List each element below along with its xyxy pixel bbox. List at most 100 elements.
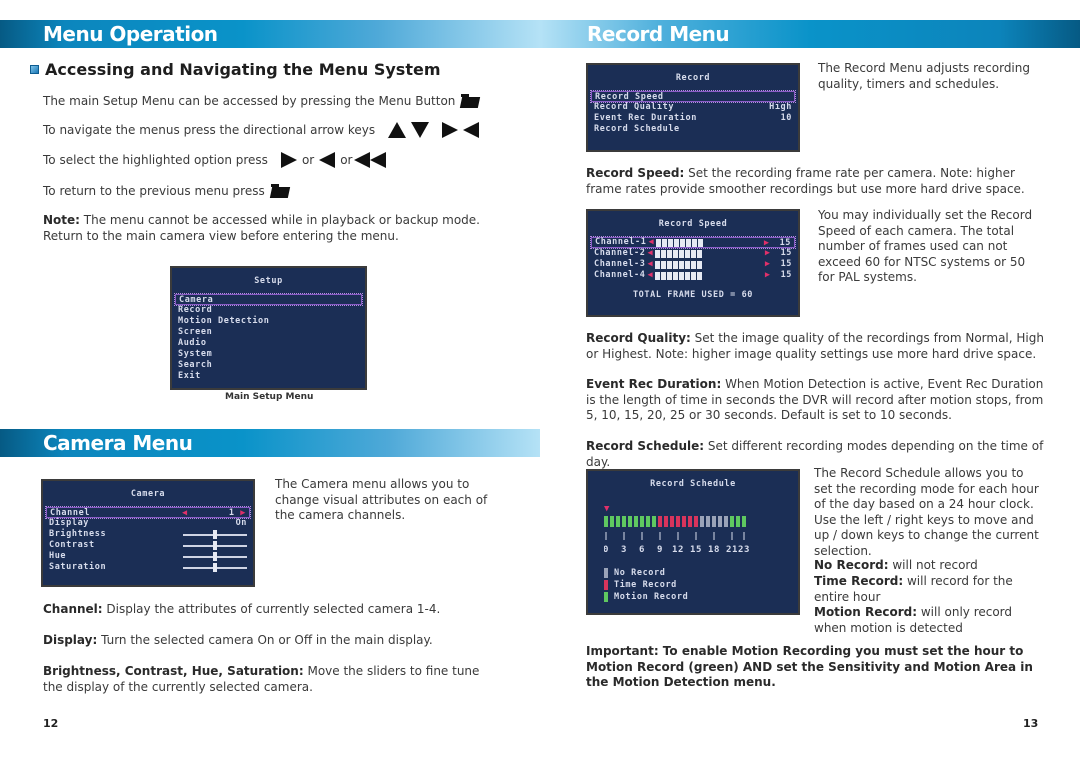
hour-cell <box>742 516 746 527</box>
arrow-left-icon: ◀ <box>647 270 654 280</box>
arrow-left-icon <box>463 122 480 138</box>
definition-term: Display: <box>43 633 98 647</box>
slider-knob <box>213 541 217 550</box>
definition-text: Display the attributes of currently sele… <box>102 602 441 616</box>
record-menu-screenshot: Record Record Speed Record Quality High Eve… <box>586 63 800 152</box>
legend-item: No Record <box>604 567 688 579</box>
channel-label-group: Channel-2 ◀ <box>594 248 703 259</box>
hour-cell <box>628 516 632 527</box>
slider-knob <box>213 530 217 539</box>
channel-label-group: Channel-4 ◀ <box>594 270 703 281</box>
frame-rate-bar <box>655 271 703 280</box>
menu-item-label: System <box>178 349 213 359</box>
definition-term: Channel: <box>43 602 103 616</box>
camera-intro: The Camera menu allows you to change vis… <box>275 477 488 522</box>
frame-segment <box>673 261 679 269</box>
frame-segment <box>667 261 673 269</box>
hour-cell <box>622 516 626 527</box>
row-label: Event Rec Duration <box>594 113 697 123</box>
speed-channel-row: Channel-3 ◀ ▶ 15 <box>588 259 798 270</box>
arrow-right-icon: ▶ <box>763 238 770 248</box>
record-menu-row: Record Speed <box>590 90 796 103</box>
arrow-right-icon <box>442 122 459 138</box>
channel-label: Channel-2 <box>594 248 646 258</box>
frame-segment <box>691 272 697 280</box>
hour-tick-label: 3 <box>621 545 627 555</box>
channel-label-group: Channel-1 ◀ <box>595 237 704 247</box>
speed-channel-row: Channel-2 ◀ ▶ 15 <box>588 248 798 259</box>
hour-cell <box>694 516 698 527</box>
instruction-select: To select the highlighted option press o… <box>43 152 386 168</box>
camera-menu-row: Contrast <box>43 540 253 551</box>
frame-segment <box>661 250 667 258</box>
schedule-screen-title: Record Schedule <box>650 479 736 489</box>
instruction-text: To navigate the menus press the directio… <box>43 123 376 137</box>
frame-segment <box>655 272 661 280</box>
definition-record-speed: Record Speed: Set the recording frame ra… <box>586 166 1046 197</box>
legend-swatch <box>604 592 608 602</box>
definition-term: Brightness, Contrast, Hue, Saturation: <box>43 664 304 678</box>
frame-segment <box>685 261 691 269</box>
definition-text: Turn the selected camera On or Off in th… <box>97 633 433 647</box>
menu-item-label: Search <box>178 360 213 370</box>
frame-segment <box>686 239 692 247</box>
row-value: On <box>235 518 247 528</box>
arrow-left-icon: ◀ <box>182 508 188 518</box>
mode-time-record: Time Record: will record for the entire … <box>814 574 1042 605</box>
subheading-text: Accessing and Navigating the Menu System <box>45 60 441 79</box>
camera-screen-title: Camera <box>130 489 166 499</box>
speed-note: You may individually set the Record Spee… <box>818 208 1033 284</box>
note-label: Note: <box>43 213 80 227</box>
record-intro: The Record Menu adjusts recording qualit… <box>818 61 1030 91</box>
section-banner-record-menu: Record Menu <box>540 20 1080 48</box>
frame-segment <box>667 250 673 258</box>
hour-tick-label: 6 <box>639 545 645 555</box>
hour-cell <box>706 516 710 527</box>
hour-cell <box>712 516 716 527</box>
row-label: Record Schedule <box>594 124 680 134</box>
frame-segment <box>673 272 679 280</box>
frame-rate-bar <box>656 238 704 247</box>
arrow-left-icon <box>319 152 336 168</box>
legend-label: No Record <box>614 568 666 578</box>
slider-control <box>183 529 247 540</box>
hour-cell <box>616 516 620 527</box>
channel-value: 1 ▶ <box>228 508 246 518</box>
setup-menu-item: Exit <box>172 371 365 382</box>
definition-term: Record Schedule: <box>586 439 705 453</box>
channel-value-group: ▶ 15 <box>763 238 791 248</box>
menu-item-label: Camera <box>179 295 214 305</box>
section-banner-camera-menu: Camera Menu <box>0 429 540 457</box>
hour-tick-label: 0 <box>604 545 609 555</box>
channel-value-group: ▶ 15 <box>765 259 792 270</box>
schedule-ticks: 0 3 6 9 12 15 18 21 23 <box>604 532 750 555</box>
subheading: Accessing and Navigating the Menu System <box>30 60 441 79</box>
frame-segment <box>661 261 667 269</box>
frame-segment <box>662 239 668 247</box>
hour-tick-label: 15 <box>690 545 702 555</box>
definition-event-rec: Event Rec Duration: When Motion Detectio… <box>586 377 1046 424</box>
hour-cell <box>670 516 674 527</box>
row-value: 10 <box>780 113 792 123</box>
note-text: The menu cannot be accessed while in pla… <box>43 213 480 243</box>
row-label: Brightness <box>49 529 107 539</box>
hour-cell <box>682 516 686 527</box>
frame-segment <box>685 250 691 258</box>
hour-cell <box>640 516 644 527</box>
mode-no-record: No Record: will not record <box>814 558 1042 574</box>
definition-term: Record Speed: <box>586 166 685 180</box>
channel-label: Channel-4 <box>594 270 646 280</box>
total-frames-readout: TOTAL FRAME USED = 60 <box>632 290 754 300</box>
legend-swatch <box>604 568 608 578</box>
hour-tick-label: 23 <box>738 545 750 555</box>
hour-tick-label: 18 <box>708 545 720 555</box>
frame-segment <box>679 250 685 258</box>
channel-value: 15 <box>780 270 792 280</box>
camera-menu-row: Brightness <box>43 529 253 540</box>
camera-menu-row: Saturation <box>43 562 253 573</box>
hour-cell <box>718 516 722 527</box>
camera-menu-row: Hue <box>43 551 253 562</box>
channel-value-group: ▶ 15 <box>765 248 792 259</box>
channel-label: Channel-1 <box>595 237 647 247</box>
legend-label: Motion Record <box>614 592 689 602</box>
